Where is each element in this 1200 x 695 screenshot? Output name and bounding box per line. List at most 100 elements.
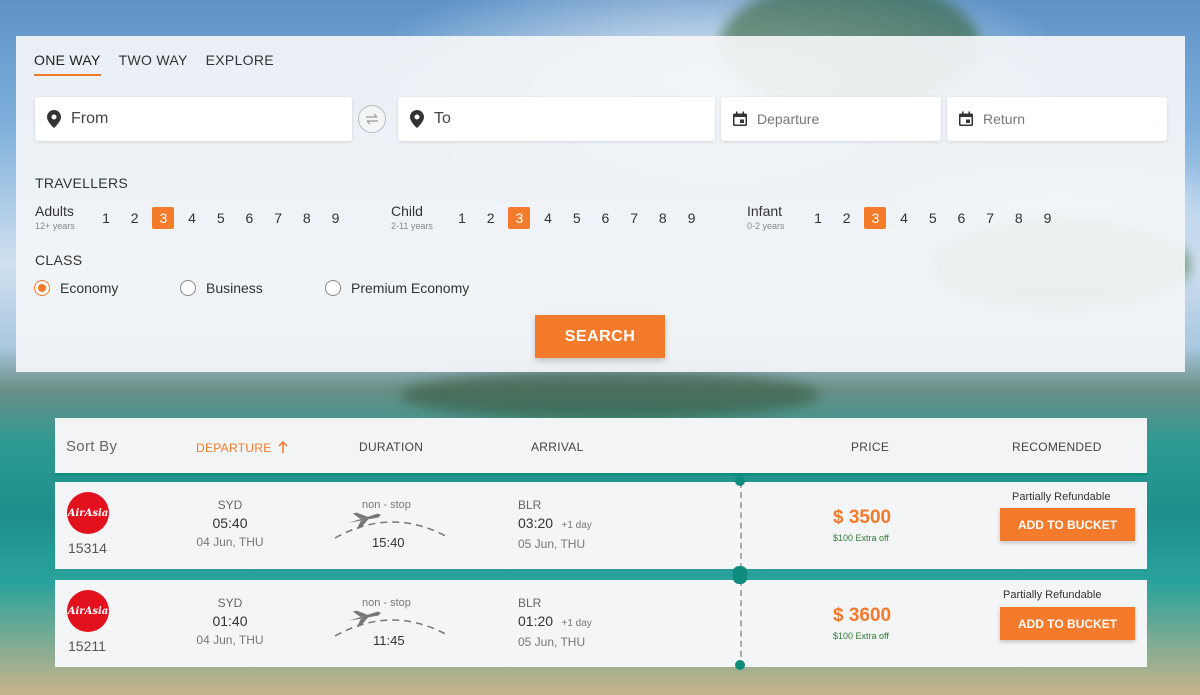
sort-arrival[interactable]: ARRIVAL [531, 440, 584, 454]
adults-selector: Adults 12+ years 1 2 3 4 5 6 7 8 9 [35, 204, 353, 231]
class-options: Economy Business Premium Economy [34, 280, 469, 296]
location-pin-icon [408, 110, 426, 128]
child-age-range: 2-11 years [391, 221, 433, 231]
card-divider [740, 482, 742, 569]
infant-option[interactable]: 4 [893, 207, 915, 229]
arrival-date: 05 Jun, THU [518, 537, 586, 551]
adults-option[interactable]: 1 [95, 207, 117, 229]
infant-selector: Infant 0-2 years 1 2 3 4 5 6 7 8 9 [747, 204, 1065, 231]
swap-button[interactable] [358, 105, 386, 133]
child-option[interactable]: 4 [537, 207, 559, 229]
arrival-info: BLR 01:20 +1 day 05 Jun, THU [518, 596, 592, 649]
flight-result-card: AirAsia 15211 SYD 01:40 04 Jun, THU non … [55, 580, 1147, 667]
timeline-dot [733, 566, 747, 584]
adults-option[interactable]: 6 [238, 207, 260, 229]
adults-age-range: 12+ years [35, 221, 75, 231]
departure-info: SYD 05:40 04 Jun, THU [185, 498, 275, 549]
arrival-airport: BLR [518, 498, 542, 512]
tab-explore[interactable]: EXPLORE [206, 52, 274, 76]
price: $ 3600 [833, 605, 892, 626]
return-field[interactable]: Return [947, 97, 1167, 141]
infant-option[interactable]: 2 [836, 207, 858, 229]
flight-number: 15211 [68, 638, 106, 654]
infant-option[interactable]: 5 [922, 207, 944, 229]
airplane-icon [348, 610, 381, 628]
search-panel: ONE WAY TWO WAY EXPLORE From To Departur… [16, 36, 1185, 372]
stops-label: non - stop [362, 597, 411, 609]
card-divider [740, 580, 742, 667]
flight-number: 15314 [68, 540, 107, 556]
tab-two-way[interactable]: TWO WAY [119, 52, 188, 76]
discount-note: $100 Extra off [833, 533, 889, 543]
child-label: Child 2-11 years [391, 204, 451, 231]
departure-field[interactable]: Departure [721, 97, 941, 141]
class-business-radio[interactable]: Business [180, 280, 325, 296]
child-option-selected[interactable]: 3 [508, 206, 531, 229]
infant-option[interactable]: 8 [1008, 207, 1030, 229]
child-option[interactable]: 8 [652, 207, 674, 229]
child-option[interactable]: 2 [480, 207, 502, 229]
infant-option[interactable]: 9 [1037, 207, 1059, 229]
infant-option-selected[interactable]: 3 [864, 206, 887, 229]
departure-airport: SYD [217, 498, 243, 512]
departure-date: 04 Jun, THU [196, 535, 264, 549]
to-field[interactable]: To [398, 97, 715, 141]
child-name: Child [391, 203, 423, 219]
airplane-icon [348, 512, 381, 530]
radio-label: Economy [60, 280, 119, 296]
adults-option[interactable]: 7 [267, 207, 289, 229]
stops-label: non - stop [362, 499, 411, 511]
arrival-time-row: 03:20 +1 day [518, 515, 592, 533]
arrival-info: BLR 03:20 +1 day 05 Jun, THU [518, 498, 592, 551]
radio-label: Business [206, 280, 263, 296]
adults-option[interactable]: 4 [181, 207, 203, 229]
adults-option[interactable]: 8 [296, 207, 318, 229]
class-heading: CLASS [35, 252, 83, 268]
price: $ 3500 [833, 507, 892, 528]
adults-option[interactable]: 9 [325, 207, 347, 229]
child-option[interactable]: 1 [451, 207, 473, 229]
airline-logo: AirAsia [67, 590, 109, 632]
radio-circle [325, 280, 341, 296]
infant-option[interactable]: 7 [979, 207, 1001, 229]
adults-option[interactable]: 5 [210, 207, 232, 229]
location-pin-icon [45, 110, 63, 128]
sort-departure-label: DEPARTURE [196, 441, 272, 455]
tab-one-way[interactable]: ONE WAY [34, 52, 101, 76]
calendar-icon [731, 110, 749, 128]
infant-option[interactable]: 1 [807, 207, 829, 229]
arrival-next-day: +1 day [561, 618, 592, 629]
arrival-airport: BLR [518, 596, 542, 610]
sort-duration[interactable]: DURATION [359, 440, 423, 454]
from-field[interactable]: From [35, 97, 352, 141]
sort-recommended[interactable]: RECOMENDED [1012, 440, 1102, 454]
trip-type-tabs: ONE WAY TWO WAY EXPLORE [34, 52, 292, 76]
departure-date: 04 Jun, THU [196, 633, 264, 647]
sort-departure[interactable]: DEPARTURE [196, 440, 288, 455]
airline-logo: AirAsia [67, 492, 109, 534]
discount-note: $100 Extra off [833, 631, 889, 641]
class-premium-economy-radio[interactable]: Premium Economy [325, 280, 469, 296]
sort-price[interactable]: PRICE [851, 440, 889, 454]
search-button[interactable]: SEARCH [535, 315, 665, 358]
infant-option[interactable]: 6 [950, 207, 972, 229]
child-option[interactable]: 7 [623, 207, 645, 229]
flight-duration: 11:45 [373, 633, 405, 648]
add-to-bucket-button[interactable]: ADD TO BUCKET [1000, 508, 1135, 541]
child-option[interactable]: 5 [566, 207, 588, 229]
to-placeholder: To [434, 110, 451, 127]
child-selector: Child 2-11 years 1 2 3 4 5 6 7 8 9 [391, 204, 709, 231]
adults-option-selected[interactable]: 3 [152, 206, 175, 229]
class-economy-radio[interactable]: Economy [34, 280, 180, 296]
child-option[interactable]: 9 [681, 207, 703, 229]
return-placeholder: Return [983, 111, 1026, 127]
departure-placeholder: Departure [757, 111, 820, 127]
adults-label: Adults 12+ years [35, 204, 95, 231]
background-palm [400, 370, 820, 420]
adults-option[interactable]: 2 [124, 207, 146, 229]
child-option[interactable]: 6 [594, 207, 616, 229]
add-to-bucket-button[interactable]: ADD TO BUCKET [1000, 607, 1135, 640]
from-placeholder: From [71, 110, 109, 127]
arrival-time: 01:20 [518, 613, 554, 629]
arrival-time: 03:20 [518, 515, 554, 531]
